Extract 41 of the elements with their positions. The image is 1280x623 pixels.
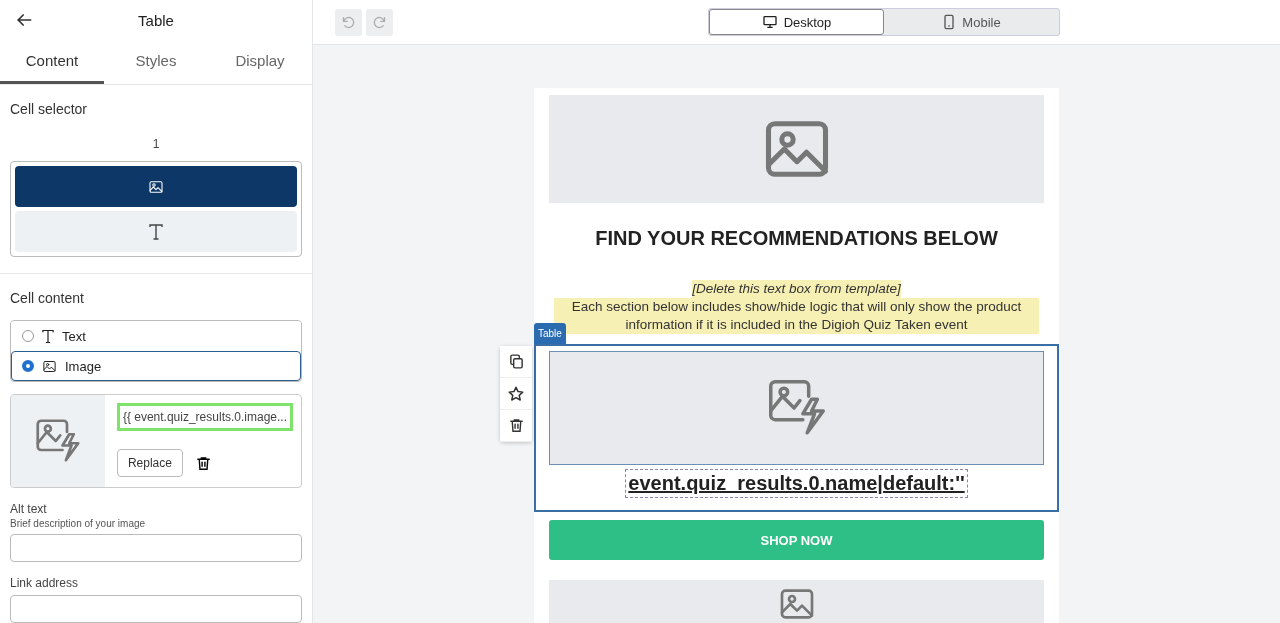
content-option[interactable]: Image xyxy=(11,351,301,382)
note-title: [Delete this text box from template] xyxy=(692,280,901,298)
trash-icon xyxy=(507,417,525,434)
trash-icon xyxy=(194,454,212,472)
table-block[interactable]: event.quiz_results.0.name|default:'' xyxy=(534,344,1059,512)
email-heading: FIND YOUR RECOMMENDATIONS BELOW xyxy=(594,227,999,250)
monitor-icon xyxy=(761,14,778,30)
cell-button[interactable] xyxy=(15,166,297,208)
text-icon xyxy=(149,224,163,240)
cell-button[interactable] xyxy=(15,211,297,253)
image-icon xyxy=(42,359,57,374)
field-hint: Brief description of your image xyxy=(10,518,147,529)
undo-icon xyxy=(341,14,356,30)
view-toggle[interactable]: Desktop xyxy=(709,9,884,35)
delete-button[interactable] xyxy=(500,410,532,442)
product-name: event.quiz_results.0.name|default:'' xyxy=(625,469,968,498)
duplicate-button[interactable] xyxy=(500,346,532,378)
section-label: Cell selector xyxy=(10,101,89,118)
favorite-button[interactable] xyxy=(500,378,532,410)
image-url: {{ event.quiz_results.0.image... xyxy=(116,403,293,432)
delete-image-button[interactable] xyxy=(194,454,212,472)
alt-text-field[interactable] xyxy=(10,534,302,562)
redo-icon xyxy=(372,14,387,30)
block-tag: Table xyxy=(534,323,566,344)
text-icon xyxy=(42,329,54,344)
tab[interactable]: Styles xyxy=(104,40,208,85)
panel-title: Table xyxy=(137,11,175,29)
tab[interactable]: Display xyxy=(208,40,312,85)
section-label: Cell content xyxy=(10,290,85,307)
copy-icon xyxy=(507,353,525,370)
star-icon xyxy=(507,384,525,403)
column-number: 1 xyxy=(152,137,160,152)
replace-button[interactable]: Replace xyxy=(116,449,183,477)
field-label: Link address xyxy=(10,576,80,590)
view-toggle[interactable]: Mobile xyxy=(884,9,1059,35)
phone-icon xyxy=(942,14,957,30)
link-field[interactable] xyxy=(10,595,302,623)
tab[interactable]: Content xyxy=(0,40,104,85)
radio-button[interactable] xyxy=(22,360,34,373)
field-label: Alt text xyxy=(10,502,48,516)
image-icon xyxy=(148,179,164,195)
